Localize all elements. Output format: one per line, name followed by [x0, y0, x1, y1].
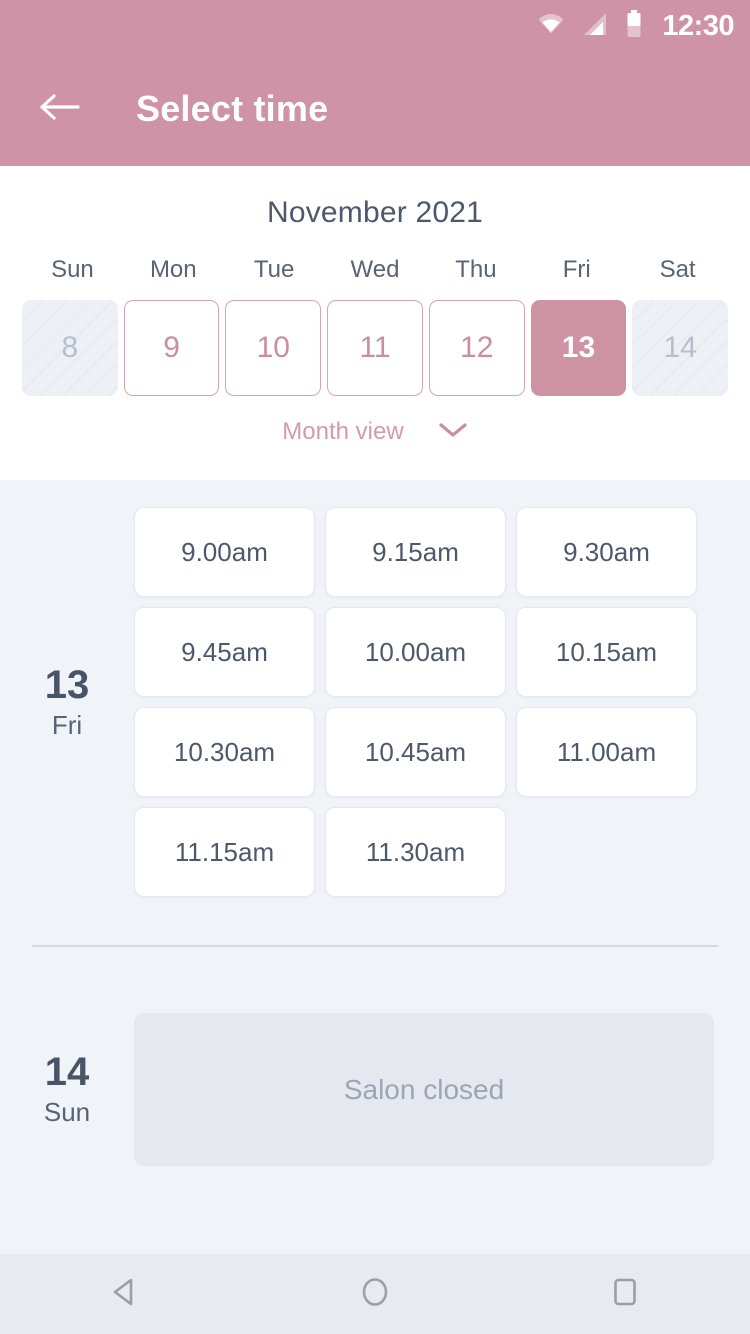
day-header-mon: Mon [149, 256, 197, 283]
time-slot[interactable]: 10.15am [516, 607, 697, 697]
month-view-toggle[interactable]: Month view [0, 418, 750, 446]
time-slot[interactable]: 10.45am [325, 707, 506, 797]
calendar-panel: November 2021 Sun Mon Tue Wed Thu Fri Sa… [0, 166, 750, 480]
day-label-14: 14 Sun [0, 1013, 134, 1166]
calendar-day-headers: Sun Mon Tue Wed Thu Fri Sat [0, 256, 750, 284]
nav-back-icon [106, 1273, 144, 1316]
day-number-13: 13 [44, 662, 90, 707]
time-slot[interactable]: 10.00am [325, 607, 506, 697]
time-slot[interactable]: 10.30am [134, 707, 315, 797]
time-slot-grid-13: 9.00am 9.15am 9.30am 9.45am 10.00am 10.1… [134, 507, 750, 897]
time-slot[interactable]: 9.45am [134, 607, 315, 697]
android-nav-bar [0, 1254, 750, 1334]
day-header-tue: Tue [253, 256, 295, 283]
date-cell-14: 14 [632, 300, 729, 396]
back-arrow-icon [37, 91, 81, 128]
nav-recents-icon [606, 1273, 644, 1316]
day-number-14: 14 [44, 1050, 90, 1094]
salon-closed-notice: Salon closed [134, 1013, 714, 1166]
date-cell-9[interactable]: 9 [123, 300, 220, 396]
nav-home-icon [356, 1273, 394, 1316]
date-cell-8: 8 [22, 300, 118, 396]
back-button[interactable] [26, 76, 92, 142]
chevron-down-icon [438, 421, 468, 444]
nav-recents-button[interactable] [575, 1254, 675, 1334]
status-icons: 12:30 [536, 9, 734, 43]
wifi-icon [536, 12, 566, 41]
day-header-sun: Sun [51, 256, 94, 283]
time-slot[interactable]: 11.00am [516, 707, 697, 797]
date-cell-12[interactable]: 12 [428, 300, 525, 396]
battery-icon [626, 9, 642, 43]
time-slot[interactable]: 9.30am [516, 507, 697, 597]
schedule-list: 13 Fri 9.00am 9.15am 9.30am 9.45am 10.00… [0, 480, 750, 1254]
status-bar-clock: 12:30 [662, 9, 734, 42]
date-cell-11[interactable]: 11 [327, 300, 423, 396]
status-bar: 12:30 [0, 0, 750, 52]
time-slot[interactable]: 11.30am [325, 807, 506, 897]
schedule-day-14: 14 Sun Salon closed [0, 947, 750, 1166]
cellular-signal-icon [582, 11, 610, 42]
phone-screen: 12:30 Select time November 2021 Sun Mon … [0, 0, 750, 1334]
day-label-13: 13 Fri [0, 507, 134, 897]
day-header-thu: Thu [455, 256, 497, 283]
date-cell-10[interactable]: 10 [225, 300, 322, 396]
day-header-wed: Wed [350, 256, 400, 283]
time-slot[interactable]: 11.15am [134, 807, 315, 897]
date-cell-13[interactable]: 13 [530, 300, 627, 396]
time-slot[interactable]: 9.00am [134, 507, 315, 597]
day-header-fri: Fri [562, 256, 591, 283]
closed-notice-wrap: Salon closed [134, 1013, 750, 1166]
nav-back-button[interactable] [75, 1254, 175, 1334]
day-header-sat: Sat [659, 256, 696, 283]
app-bar: Select time [0, 52, 750, 166]
day-name-14: Sun [43, 1097, 91, 1127]
page-title: Select time [136, 88, 329, 129]
calendar-month-label: November 2021 [266, 196, 484, 229]
nav-home-button[interactable] [325, 1254, 425, 1334]
calendar-date-row: 8 9 10 11 12 13 14 [0, 300, 750, 396]
day-name-13: Fri [51, 709, 83, 740]
time-slot[interactable]: 9.15am [325, 507, 506, 597]
month-view-label: Month view [282, 418, 404, 445]
schedule-day-13: 13 Fri 9.00am 9.15am 9.30am 9.45am 10.00… [0, 480, 750, 897]
